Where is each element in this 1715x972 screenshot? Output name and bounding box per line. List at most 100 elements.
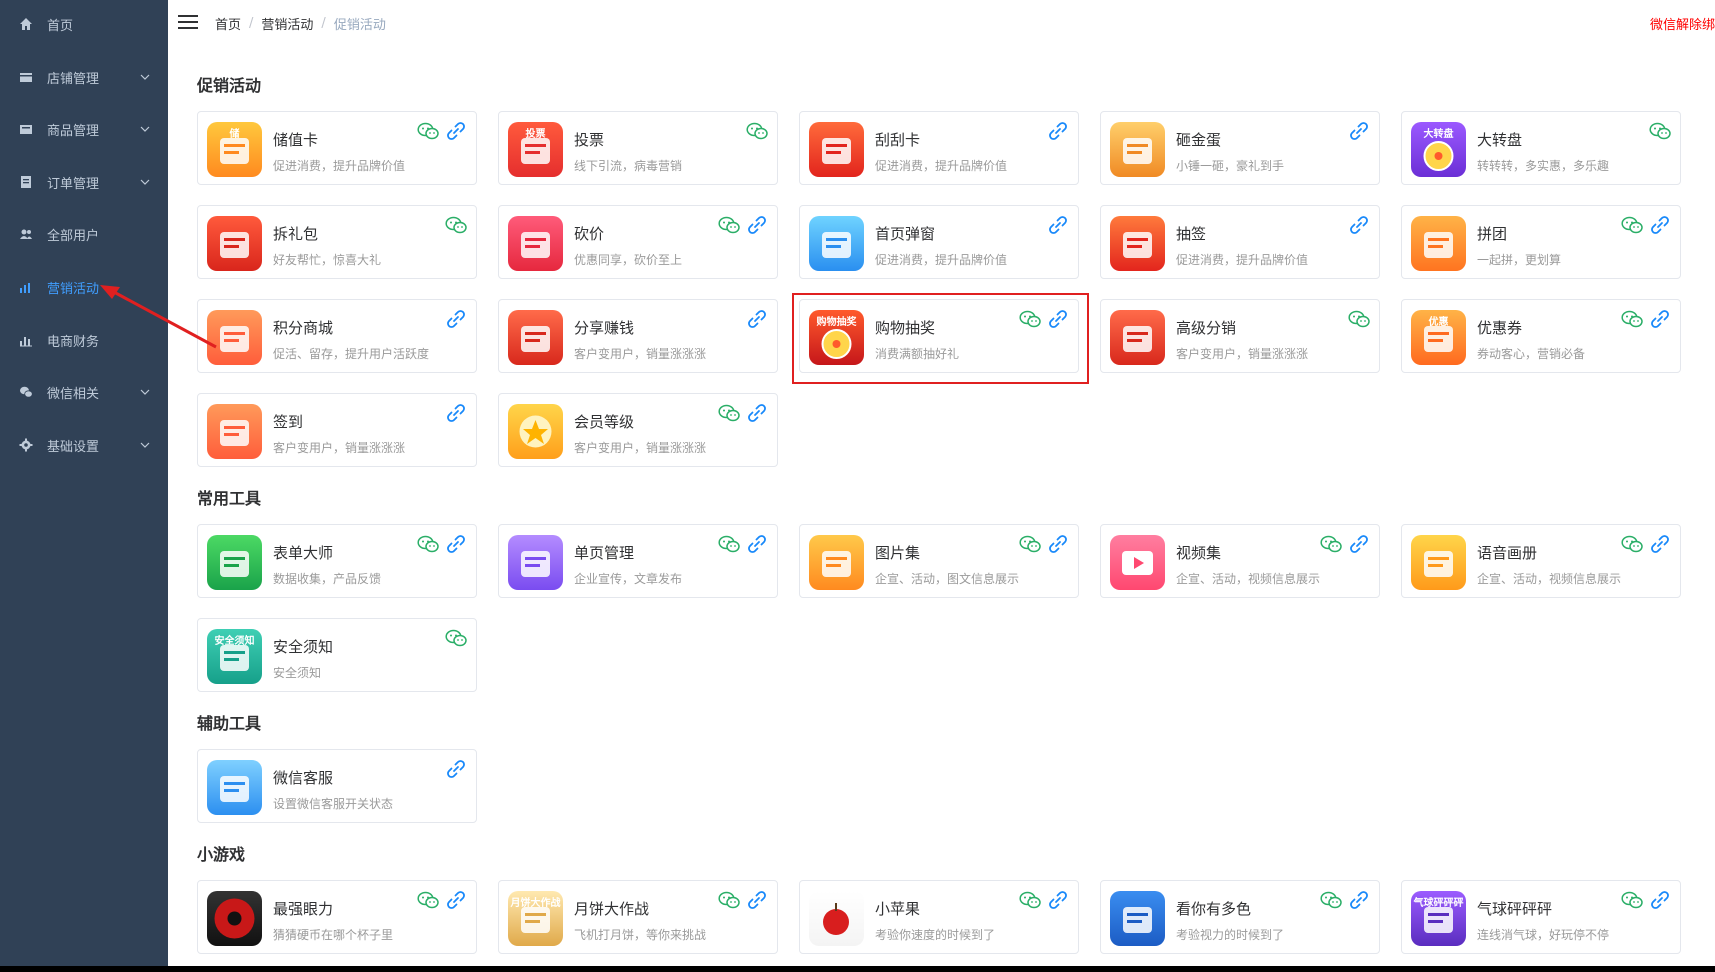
wechat-icon[interactable]	[718, 216, 740, 234]
wechat-icon[interactable]	[445, 629, 467, 647]
card-title: 安全须知	[273, 638, 334, 656]
activity-card[interactable]: 最强眼力 猜猜硬币在哪个杯子里	[197, 880, 477, 954]
wechat-icon[interactable]	[1621, 535, 1643, 553]
wechat-icon[interactable]	[718, 891, 740, 909]
wechat-icon[interactable]	[1019, 535, 1041, 553]
link-icon[interactable]	[747, 309, 767, 329]
wechat-icon[interactable]	[417, 891, 439, 909]
sidebar-item-7[interactable]: 微信相关	[0, 368, 168, 416]
activity-card[interactable]: 首页弹窗 促进消费，提升品牌价值	[799, 205, 1079, 279]
sidebar-item-4[interactable]: 全部用户	[0, 210, 168, 258]
breadcrumb-marketing[interactable]: 营销活动	[261, 14, 313, 33]
wechat-icon[interactable]	[1348, 310, 1370, 328]
gear-icon	[19, 438, 33, 452]
activity-card[interactable]: 小苹果 考验你速度的时候到了	[799, 880, 1079, 954]
link-icon[interactable]	[1048, 890, 1068, 910]
card-title: 优惠券	[1477, 319, 1523, 337]
wechat-icon[interactable]	[718, 404, 740, 422]
link-icon[interactable]	[1048, 534, 1068, 554]
link-icon[interactable]	[1650, 309, 1670, 329]
activity-card[interactable]: 表单大师 数据收集，产品反馈	[197, 524, 477, 598]
gift-icon	[207, 216, 262, 271]
wechat-unbind-link[interactable]: 微信解除绑	[1650, 14, 1715, 33]
card-description: 安全须知	[273, 666, 322, 680]
link-icon[interactable]	[747, 403, 767, 423]
activity-card[interactable]: 安全须知 安全须知 安全须知	[197, 618, 477, 692]
link-icon[interactable]	[446, 309, 466, 329]
sidebar-item-1[interactable]: 店铺管理	[0, 53, 168, 101]
activity-card[interactable]: 气球砰砰砰 气球砰砰砰 连线消气球，好玩停不停	[1401, 880, 1681, 954]
card-description: 优惠同享，砍价至上	[574, 253, 683, 267]
activity-card[interactable]: 砸金蛋 小锤一砸，豪礼到手	[1100, 111, 1380, 185]
card-title: 拆礼包	[273, 225, 319, 243]
sidebar-item-label: 全部用户	[47, 228, 100, 244]
sidebar-item-6[interactable]: 电商财务	[0, 316, 168, 364]
hamburger-menu-icon[interactable]	[178, 14, 198, 30]
link-icon[interactable]	[1048, 121, 1068, 141]
activity-card[interactable]: 砍价 优惠同享，砍价至上	[498, 205, 778, 279]
sidebar-item-5[interactable]: 营销活动	[0, 263, 168, 311]
activity-card[interactable]: 投票 投票 线下引流，病毒营销	[498, 111, 778, 185]
wechat-icon[interactable]	[1019, 891, 1041, 909]
highlight-box	[792, 293, 1089, 384]
activity-card[interactable]: 大转盘 大转盘 转转转，多实惠，多乐趣	[1401, 111, 1681, 185]
activity-card[interactable]: 积分商城 促活、留存，提升用户活跃度	[197, 299, 477, 373]
activity-card[interactable]: 单页管理 企业宣传，文章发布	[498, 524, 778, 598]
wechat-icon[interactable]	[1621, 891, 1643, 909]
wechat-icon[interactable]	[1320, 535, 1342, 553]
activity-card[interactable]: 签到 客户变用户，销量涨涨涨	[197, 393, 477, 467]
link-icon[interactable]	[1349, 890, 1369, 910]
link-icon[interactable]	[1349, 121, 1369, 141]
link-icon[interactable]	[747, 534, 767, 554]
wechat-icon[interactable]	[1621, 310, 1643, 328]
activity-card[interactable]: 会员等级 客户变用户，销量涨涨涨	[498, 393, 778, 467]
activity-card[interactable]: 储 储值卡 促进消费，提升品牌价值	[197, 111, 477, 185]
activity-card[interactable]: 微信客服 设置微信客服开关状态	[197, 749, 477, 823]
link-icon[interactable]	[1048, 215, 1068, 235]
activity-card[interactable]: 语音画册 企宣、活动，视频信息展示	[1401, 524, 1681, 598]
wechat-icon[interactable]	[1621, 216, 1643, 234]
activity-card[interactable]: 优惠 优惠券 券动客心，营销必备	[1401, 299, 1681, 373]
activity-card[interactable]: 图片集 企宣、活动，图文信息展示	[799, 524, 1079, 598]
wechat-icon[interactable]	[417, 535, 439, 553]
activity-card[interactable]: 拼团 一起拼，更划算	[1401, 205, 1681, 279]
sidebar-item-label: 微信相关	[47, 386, 100, 402]
wechat-icon[interactable]	[718, 535, 740, 553]
link-icon[interactable]	[446, 890, 466, 910]
activity-card[interactable]: 刮刮卡 促进消费，提升品牌价值	[799, 111, 1079, 185]
activity-card[interactable]: 分享赚钱 客户变用户，销量涨涨涨	[498, 299, 778, 373]
link-icon[interactable]	[1650, 215, 1670, 235]
link-icon[interactable]	[446, 403, 466, 423]
link-icon[interactable]	[446, 121, 466, 141]
activity-card[interactable]: 高级分销 客户变用户，销量涨涨涨	[1100, 299, 1380, 373]
activity-card[interactable]: 月饼大作战 月饼大作战 飞机打月饼，等你来挑战	[498, 880, 778, 954]
sidebar-item-8[interactable]: 基础设置	[0, 421, 168, 469]
activity-card[interactable]: 视频集 企宣、活动，视频信息展示	[1100, 524, 1380, 598]
eye-game-icon	[207, 891, 262, 946]
link-icon[interactable]	[446, 759, 466, 779]
card-title: 视频集	[1176, 544, 1222, 562]
sidebar-item-0[interactable]: 首页	[0, 0, 168, 48]
link-icon[interactable]	[1650, 890, 1670, 910]
card-description: 企宣、活动，图文信息展示	[875, 572, 1020, 586]
link-icon[interactable]	[1650, 534, 1670, 554]
sidebar-item-2[interactable]: 商品管理	[0, 105, 168, 153]
link-icon[interactable]	[747, 890, 767, 910]
card-title: 首页弹窗	[875, 225, 936, 243]
wechat-icon[interactable]	[445, 216, 467, 234]
link-icon[interactable]	[747, 215, 767, 235]
sidebar-item-3[interactable]: 订单管理	[0, 158, 168, 206]
wechat-icon[interactable]	[1320, 891, 1342, 909]
card-description: 客户变用户，销量涨涨涨	[1176, 347, 1309, 361]
activity-card[interactable]: 抽签 促进消费，提升品牌价值	[1100, 205, 1380, 279]
card-description: 客户变用户，销量涨涨涨	[574, 441, 707, 455]
wechat-icon[interactable]	[1649, 122, 1671, 140]
link-icon[interactable]	[1349, 534, 1369, 554]
link-icon[interactable]	[1349, 215, 1369, 235]
activity-card[interactable]: 拆礼包 好友帮忙，惊喜大礼	[197, 205, 477, 279]
link-icon[interactable]	[446, 534, 466, 554]
wechat-icon[interactable]	[417, 122, 439, 140]
breadcrumb-home[interactable]: 首页	[215, 14, 241, 33]
activity-card[interactable]: 看你有多色 考验视力的时候到了	[1100, 880, 1380, 954]
wechat-icon[interactable]	[746, 122, 768, 140]
